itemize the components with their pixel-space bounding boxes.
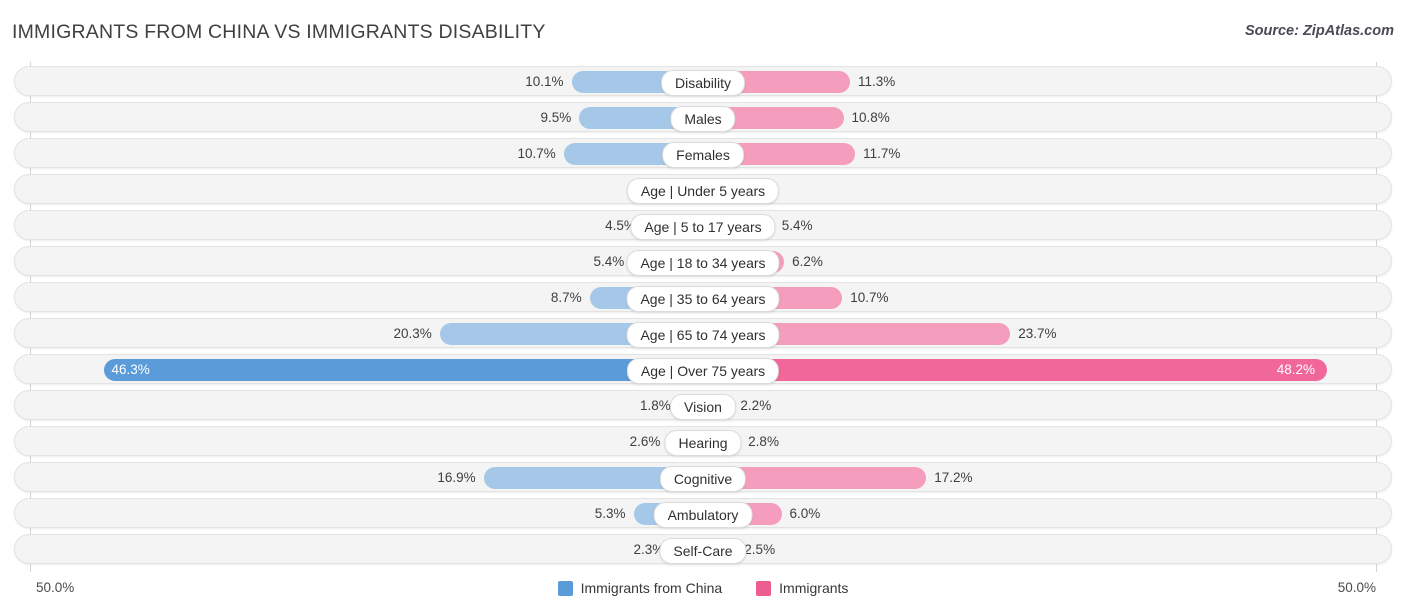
bar-left-immigrants-from-china <box>103 359 702 381</box>
bar-value-right: 10.7% <box>850 290 889 305</box>
bar-value-right: 6.0% <box>789 506 821 521</box>
table-row[interactable]: 16.9% 17.2% Cognitive <box>14 462 1392 492</box>
table-row[interactable]: 4.5% 5.4% Age | 5 to 17 years <box>14 210 1392 240</box>
bar-value-left: 9.5% <box>540 110 572 125</box>
row-category-label: Females <box>662 142 744 168</box>
table-row[interactable]: 46.3% 48.2% Age | Over 75 years <box>14 354 1392 384</box>
row-category-label: Self-Care <box>659 538 747 564</box>
row-category-label: Vision <box>670 394 736 420</box>
legend-item-label: Immigrants <box>779 580 849 596</box>
legend-swatch-pink <box>756 580 772 596</box>
table-row[interactable]: 8.7% 10.7% Age | 35 to 64 years <box>14 282 1392 312</box>
row-category-label: Disability <box>660 70 746 96</box>
bar-value-right: 5.4% <box>781 218 813 233</box>
row-category-label: Age | Over 75 years <box>626 358 780 384</box>
legend-item[interactable]: Immigrants <box>756 580 848 596</box>
legend-swatch-blue <box>557 580 573 596</box>
source-attribution: Source: ZipAtlas.com <box>1244 23 1394 39</box>
table-row[interactable]: 2.3% 2.5% Self-Care <box>14 534 1392 564</box>
bar-value-right: 48.2% <box>1276 362 1316 377</box>
legend-item-label: Immigrants from China <box>580 580 723 596</box>
bar-value-left: 10.7% <box>517 146 556 161</box>
bar-value-right: 23.7% <box>1018 326 1057 341</box>
row-category-label: Cognitive <box>659 466 747 492</box>
chart-footer: 50.0% 50.0% Immigrants from China Immigra… <box>0 572 1406 612</box>
bar-right-immigrants <box>704 359 1327 381</box>
bar-value-left: 2.6% <box>629 434 661 449</box>
bar-value-left: 5.3% <box>594 506 626 521</box>
row-category-label: Age | Under 5 years <box>626 178 780 204</box>
table-row[interactable]: 2.6% 2.8% Hearing <box>14 426 1392 456</box>
table-row[interactable]: 10.7% 11.7% Females <box>14 138 1392 168</box>
chart-header: IMMIGRANTS FROM CHINA VS IMMIGRANTS DISA… <box>0 0 1406 62</box>
bar-value-left: 46.3% <box>111 362 150 377</box>
bar-value-right: 6.2% <box>792 254 823 269</box>
row-category-label: Ambulatory <box>653 502 753 528</box>
table-row[interactable]: 0.96%1.2%Age | Under 5 years <box>14 174 1392 204</box>
page-title: IMMIGRANTS FROM CHINA VS IMMIGRANTS DISA… <box>12 21 546 43</box>
row-category-label: Age | 35 to 64 years <box>626 286 780 312</box>
bar-value-right: 11.7% <box>863 146 901 161</box>
row-category-label: Hearing <box>664 430 742 456</box>
bar-value-right: 2.5% <box>744 542 776 557</box>
row-category-label: Age | 5 to 17 years <box>630 214 776 240</box>
table-row[interactable]: 9.5% 10.8% Males <box>14 102 1392 132</box>
bar-value-right: 2.8% <box>748 434 779 449</box>
bar-value-left: 1.8% <box>639 398 671 413</box>
row-category-label: Males <box>670 106 736 132</box>
bar-value-left: 5.4% <box>593 254 625 269</box>
chart-plot-area: 10.1% 11.3% Disability 9.5% 10.8% Males 10.7% 1… <box>0 62 1406 572</box>
row-category-label: Age | 18 to 34 years <box>626 250 780 276</box>
bar-value-left: 16.9% <box>437 470 476 485</box>
table-row[interactable]: 20.3% 23.7% Age | 65 to 74 years <box>14 318 1392 348</box>
bar-value-right: 2.2% <box>740 398 772 413</box>
bar-value-right: 10.8% <box>851 110 890 125</box>
bar-value-left: 8.7% <box>550 290 582 305</box>
bar-value-right: 17.2% <box>934 470 973 485</box>
bar-value-right: 11.3% <box>857 74 896 89</box>
bar-value-left: 20.3% <box>393 326 432 341</box>
table-row[interactable]: 5.4% 6.2% Age | 18 to 34 years <box>14 246 1392 276</box>
legend-item[interactable]: Immigrants from China <box>557 580 723 596</box>
chart-legend: Immigrants from China Immigrants <box>0 580 1406 596</box>
table-row[interactable]: 1.8% 2.2% Vision <box>14 390 1392 420</box>
table-row[interactable]: 5.3% 6.0% Ambulatory <box>14 498 1392 528</box>
row-category-label: Age | 65 to 74 years <box>626 322 780 348</box>
table-row[interactable]: 10.1% 11.3% Disability <box>14 66 1392 96</box>
bar-value-left: 10.1% <box>525 74 564 89</box>
